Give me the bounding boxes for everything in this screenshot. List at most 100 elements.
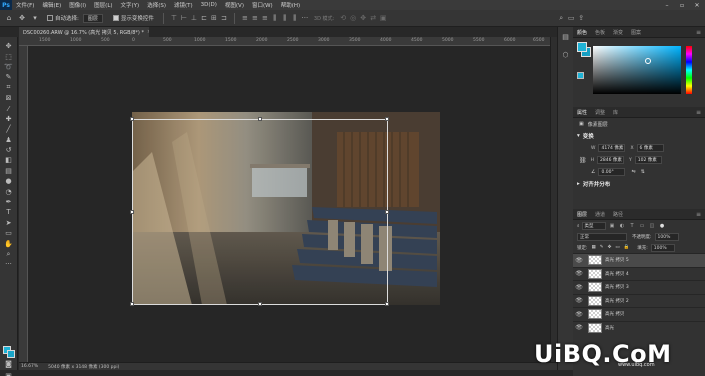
3d-scale-icon[interactable]: ▣ — [378, 13, 388, 23]
hand-tool-icon[interactable]: ✋ — [3, 238, 15, 248]
3d-panel-icon[interactable]: ⬡ — [561, 50, 571, 60]
eye-icon[interactable]: 👁 — [573, 311, 585, 318]
color-chip[interactable] — [577, 72, 584, 79]
flip-horizontal-icon[interactable]: ⇋ — [631, 169, 635, 175]
lasso-tool-icon[interactable]: ➰ — [3, 62, 15, 72]
quick-mask-icon[interactable]: ◙ — [3, 359, 15, 369]
distribute-bottom-icon[interactable]: ≡ — [260, 13, 270, 23]
transform-handle-middle-left[interactable] — [130, 210, 134, 214]
transform-handle-top-left[interactable] — [130, 117, 134, 121]
home-icon[interactable]: ⌂ — [4, 13, 14, 23]
rectangle-tool-icon[interactable]: ▭ — [3, 228, 15, 238]
workspace-icon[interactable]: ▭ — [566, 13, 576, 23]
tab-patterns[interactable]: 图案 — [631, 29, 641, 36]
menu-type[interactable]: 文字(Y) — [117, 1, 144, 9]
transform-handle-top-center[interactable] — [258, 117, 262, 121]
zoom-tool-icon[interactable]: ⌕ — [3, 249, 15, 259]
tab-swatches[interactable]: 色板 — [595, 29, 605, 36]
screen-mode-icon[interactable]: ▣ — [3, 371, 15, 376]
layer-row[interactable]: 👁 高光 拷贝 5 — [573, 253, 705, 267]
eye-icon[interactable]: 👁 — [573, 324, 585, 331]
filter-toggle-icon[interactable]: ● — [659, 222, 666, 230]
minimize-icon[interactable]: – — [660, 0, 674, 10]
distribute-right-icon[interactable]: ⫼ — [290, 13, 300, 23]
y-field[interactable]: 102 像素 — [634, 156, 662, 164]
menu-filter[interactable]: 滤镜(T) — [170, 1, 197, 9]
close-icon[interactable]: ✕ — [690, 0, 704, 10]
layer-row[interactable]: 👁 高光 — [573, 320, 705, 335]
filter-shape-icon[interactable]: ▭ — [639, 222, 646, 230]
panel-menu-icon[interactable]: ≡ — [696, 211, 701, 218]
filter-type-icon[interactable]: T — [629, 222, 636, 230]
clone-stamp-icon[interactable]: ♟ — [3, 135, 15, 145]
quick-select-tool-icon[interactable]: ✎ — [3, 72, 15, 82]
tab-properties[interactable]: 属性 — [577, 109, 587, 116]
width-field[interactable]: 4174 像素 — [598, 144, 626, 152]
layer-name[interactable]: 高光 拷贝 5 — [605, 257, 629, 263]
chevron-down-icon[interactable]: ▾ — [30, 13, 40, 23]
fill-field[interactable]: 100% — [650, 243, 675, 252]
3d-pan-icon[interactable]: ✥ — [358, 13, 368, 23]
eye-icon[interactable]: 👁 — [573, 257, 585, 264]
align-distribute-section[interactable]: ▸ 对齐并分布 — [573, 178, 705, 190]
eyedropper-tool-icon[interactable]: ⁄ — [3, 103, 15, 113]
hue-slider[interactable] — [686, 46, 692, 94]
transform-section[interactable]: ▾ 变换 — [573, 130, 705, 142]
align-bottom-icon[interactable]: ⊥ — [189, 13, 199, 23]
transform-handle-middle-right[interactable] — [385, 210, 389, 214]
move-tool-icon[interactable]: ✥ — [17, 13, 27, 23]
3d-rotate-icon[interactable]: ⟲ — [338, 13, 348, 23]
layer-row[interactable]: 👁 高光 拷贝 4 — [573, 266, 705, 281]
eye-icon[interactable]: 👁 — [573, 297, 585, 304]
transform-handle-bottom-left[interactable] — [130, 302, 134, 306]
eye-icon[interactable]: 👁 — [573, 270, 585, 277]
menu-layer[interactable]: 图层(L) — [90, 1, 116, 9]
share-icon[interactable]: ⇪ — [576, 13, 586, 23]
angle-field[interactable]: 0.00° — [598, 168, 626, 176]
filter-pixel-icon[interactable]: ▣ — [609, 222, 616, 230]
align-right-icon[interactable]: ⊐ — [219, 13, 229, 23]
distribute-left-icon[interactable]: ⫼ — [270, 13, 280, 23]
more-options-icon[interactable]: ··· — [300, 13, 310, 23]
menu-window[interactable]: 窗口(W) — [248, 1, 277, 9]
tab-libraries[interactable]: 库 — [613, 109, 618, 116]
color-picker-cursor[interactable] — [645, 58, 651, 64]
dodge-tool-icon[interactable]: ◔ — [3, 186, 15, 196]
menu-3d[interactable]: 3D(D) — [197, 2, 221, 8]
layer-row[interactable]: 👁 高光 拷贝 3 — [573, 280, 705, 294]
eye-icon[interactable]: 👁 — [573, 284, 585, 291]
path-select-icon[interactable]: ➤ — [3, 218, 15, 228]
menu-view[interactable]: 视图(V) — [221, 1, 248, 9]
search-icon[interactable]: ⌕ — [556, 13, 566, 23]
blend-mode-select[interactable]: 正常 — [577, 232, 627, 241]
tab-adjustments[interactable]: 调整 — [595, 109, 605, 116]
opacity-field[interactable]: 100% — [654, 232, 679, 241]
tab-close-icon[interactable]: × — [147, 29, 149, 35]
layer-name[interactable]: 高光 拷贝 — [605, 311, 624, 317]
flip-vertical-icon[interactable]: ⇅ — [641, 169, 645, 175]
lock-position-icon[interactable]: ✥ — [608, 245, 612, 250]
menu-image[interactable]: 图像(I) — [65, 1, 90, 9]
panel-menu-icon[interactable]: ≡ — [696, 29, 701, 36]
3d-roll-icon[interactable]: ◎ — [348, 13, 358, 23]
align-left-icon[interactable]: ⊏ — [199, 13, 209, 23]
transform-bounding-box[interactable] — [130, 117, 389, 306]
tab-layers[interactable]: 图层 — [577, 211, 587, 218]
auto-select-checkbox[interactable] — [47, 15, 53, 21]
layer-row[interactable]: 👁 高光 拷贝 2 — [573, 293, 705, 308]
layer-name[interactable]: 高光 拷贝 3 — [605, 284, 629, 290]
tab-color[interactable]: 颜色 — [577, 29, 587, 36]
lock-transparency-icon[interactable]: ▦ — [592, 245, 596, 250]
healing-brush-icon[interactable]: ✚ — [3, 114, 15, 124]
vertical-scrollbar[interactable] — [550, 37, 557, 362]
x-field[interactable]: 6 像素 — [636, 144, 664, 152]
layer-row[interactable]: 👁 高光 拷贝 — [573, 307, 705, 321]
type-tool-icon[interactable]: T — [3, 207, 15, 217]
transform-handle-top-right[interactable] — [385, 117, 389, 121]
show-transform-checkbox[interactable] — [112, 15, 119, 21]
background-color-swatch[interactable] — [7, 350, 15, 358]
crop-tool-icon[interactable]: ⌗ — [3, 83, 15, 93]
tab-channels[interactable]: 通道 — [595, 211, 605, 218]
height-field[interactable]: 2846 像素 — [597, 156, 625, 164]
menu-help[interactable]: 帮助(H) — [277, 1, 304, 9]
